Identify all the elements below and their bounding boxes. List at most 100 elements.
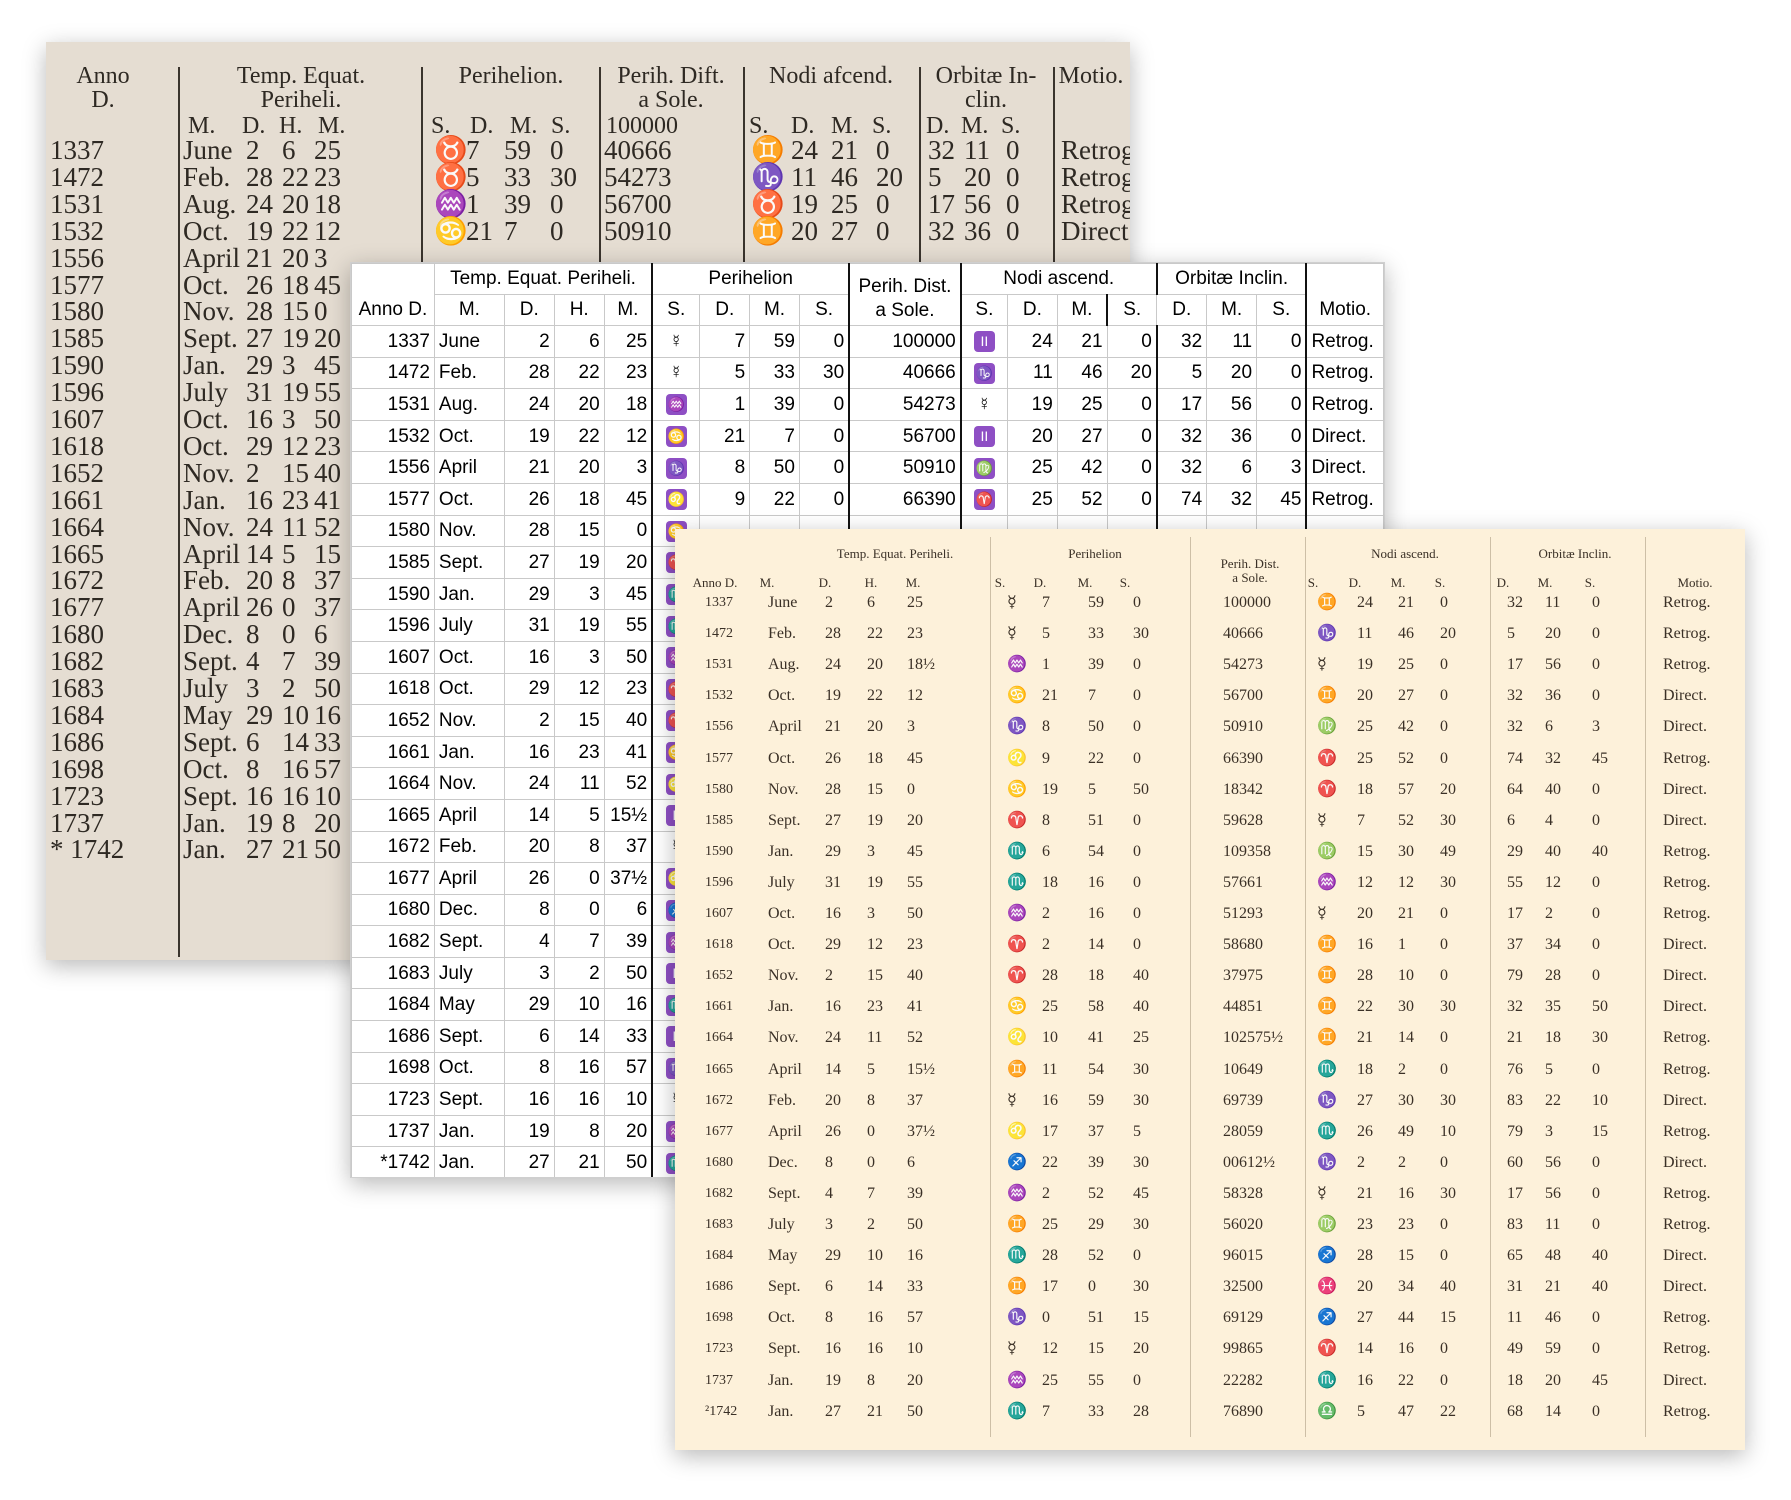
parch-cell-year: 1596	[705, 874, 733, 890]
parch-cell-peri-deg: 12	[1042, 1340, 1058, 1358]
parch-cell-day: 16	[825, 1340, 841, 1358]
scan-cell-day: 4	[246, 646, 260, 677]
parch-cell-peri-deg: 11	[1042, 1060, 1058, 1078]
parch-cell-peri-sign: ♊	[1007, 1060, 1027, 1078]
parch-row: 1607 Oct. 16 3 50 ♒ 2 16 0 51293 ☿ 20 21 0 17 2 0 Retrog.	[675, 898, 1745, 929]
parch-cell-incl-sec: 40	[1592, 1278, 1608, 1296]
modern-cell-day: 27	[503, 1146, 555, 1177]
scan-cell-hour: 19	[282, 323, 309, 354]
parch-cell-peri-sec: 0	[1133, 718, 1141, 736]
parch-cell-node-min: 15	[1398, 1247, 1414, 1265]
modern-cell-month: April	[433, 862, 505, 895]
parch-cell-day: 19	[825, 687, 841, 705]
parch-cell-node-deg: 20	[1357, 687, 1373, 705]
parch-cell-peri-sign: ♏	[1007, 1247, 1027, 1265]
scan-cell-day: 24	[246, 188, 273, 219]
parch-cell-peri-sign: ♈	[1007, 811, 1027, 829]
parch-cell-node-deg: 19	[1357, 656, 1373, 674]
parch-cell-day: 19	[825, 1371, 841, 1389]
scan-cell-year: 1596	[50, 377, 104, 408]
parch-cell-peri-min: 5	[1088, 780, 1096, 798]
parch-cell-incl-min: 36	[1545, 687, 1561, 705]
modern-cell-motion: Direct.	[1305, 419, 1384, 453]
parch-row: 1680 Dec. 8 0 6 ♐ 22 39 30 00612½ ♑ 2 2 0 60 56 0 Direct.	[675, 1147, 1745, 1178]
scan-cell-motion: Retrog.	[1061, 161, 1130, 192]
scan-cell-month: Jan.	[183, 834, 226, 865]
modern-cell-year: 1665	[351, 798, 435, 832]
parch-cell-peri-sec: 40	[1133, 998, 1149, 1016]
parch-cell-motion: Direct.	[1663, 1371, 1707, 1389]
parch-cell-node-sign: ♈	[1317, 780, 1337, 798]
parch-cell-peri-sign: ♏	[1007, 873, 1027, 891]
modern-cell-peri-deg: 8	[699, 451, 751, 484]
modern-cell-day: 19	[503, 419, 555, 453]
parch-cell-node-sec: 30	[1440, 873, 1456, 891]
scan-cell-year: 1472	[50, 161, 104, 192]
parch-cell-day: 8	[825, 1153, 833, 1171]
parch-cell-day: 16	[825, 905, 841, 922]
parch-cell-minute: 45	[907, 842, 923, 860]
parch-cell-distance: 109358	[1223, 842, 1271, 860]
scan-cell-node-min: 27	[831, 215, 858, 246]
parch-row: 1684 May 29 10 16 ♏ 28 52 0 96015 ♐ 28 15 0 65 48 40 Dire…	[675, 1240, 1745, 1271]
parch-cell-month: Jan.	[768, 1402, 794, 1420]
modern-cell-minute: 12	[603, 419, 653, 453]
scan-cell-motion: Retrog.	[1061, 135, 1130, 165]
scan-cell-hour: 11	[282, 511, 308, 542]
modern-cell-day: 21	[503, 451, 555, 484]
parch-header-dist: Perih. Dist. a Sole.	[1220, 556, 1280, 585]
modern-cell-hour: 22	[553, 419, 605, 453]
modern-cell-year: 1596	[351, 609, 435, 642]
parch-cell-motion: Retrog.	[1663, 905, 1711, 922]
parch-cell-month: Sept.	[768, 811, 801, 829]
parch-cell-day: 24	[825, 1029, 841, 1047]
modern-cell-minute: 50	[603, 1146, 653, 1177]
scan-cell-month: July	[183, 673, 229, 703]
parch-cell-minute: 50	[907, 1216, 923, 1233]
parch-cell-peri-deg: 19	[1042, 780, 1058, 798]
scan-cell-year: 1686	[50, 726, 104, 757]
parch-cell-incl-min: 56	[1545, 1153, 1561, 1171]
parch-cell-day: 2	[825, 594, 833, 611]
scan-cell-year: 1652	[50, 457, 104, 488]
parch-cell-year: 1682	[705, 1185, 733, 1201]
modern-cell-day: 27	[503, 546, 555, 579]
modern-cell-minute: 45	[603, 482, 653, 516]
parch-cell-hour: 16	[867, 1309, 883, 1327]
scan-cell-year: 1532	[50, 215, 104, 246]
scan-header-temp: Temp. Equat. Periheli.	[236, 63, 366, 113]
parch-cell-peri-deg: 10	[1042, 1029, 1058, 1047]
modern-subheader: M.	[749, 294, 800, 326]
scan-cell-day: 27	[246, 323, 273, 354]
parch-cell-distance: 50910	[1223, 718, 1263, 736]
modern-cell-month: June	[433, 325, 505, 358]
scan-cell-node-deg: 11	[791, 161, 817, 192]
modern-cell-day: 19	[503, 1114, 555, 1148]
parch-cell-incl-min: 34	[1545, 936, 1561, 954]
modern-cell-hour: 15	[553, 514, 605, 548]
scan-cell-node-sec: 20	[876, 161, 903, 192]
scan-cell-incl-min: 56	[964, 188, 991, 219]
parch-cell-day: 20	[825, 1091, 841, 1109]
modern-cell-peri-sec: 0	[798, 482, 850, 516]
modern-cell-minute: 0	[603, 514, 653, 548]
modern-cell-month: Dec.	[433, 893, 505, 927]
scan-cell-peri-sec: 0	[550, 135, 564, 165]
parch-cell-hour: 8	[867, 1091, 875, 1109]
parch-cell-incl-deg: 65	[1507, 1247, 1523, 1265]
modern-cell-minute: 37	[603, 830, 653, 864]
parch-cell-motion: Direct.	[1663, 687, 1707, 705]
parch-cell-incl-sec: 0	[1592, 656, 1600, 674]
parch-cell-peri-sec: 40	[1133, 967, 1149, 985]
parch-cell-peri-deg: 9	[1042, 749, 1050, 767]
modern-cell-minute: 18	[603, 388, 653, 421]
parch-cell-node-sec: 0	[1440, 1029, 1448, 1047]
parch-cell-incl-min: 40	[1545, 780, 1561, 798]
parch-cell-peri-sec: 0	[1133, 873, 1141, 891]
parch-cell-hour: 3	[867, 905, 875, 922]
parch-cell-peri-sign: ♊	[1007, 1216, 1027, 1233]
parch-cell-month: April	[768, 1122, 802, 1140]
parch-cell-hour: 22	[867, 625, 883, 643]
parch-cell-minute: 50	[907, 1402, 923, 1420]
parch-cell-node-sec: 0	[1440, 1060, 1448, 1078]
